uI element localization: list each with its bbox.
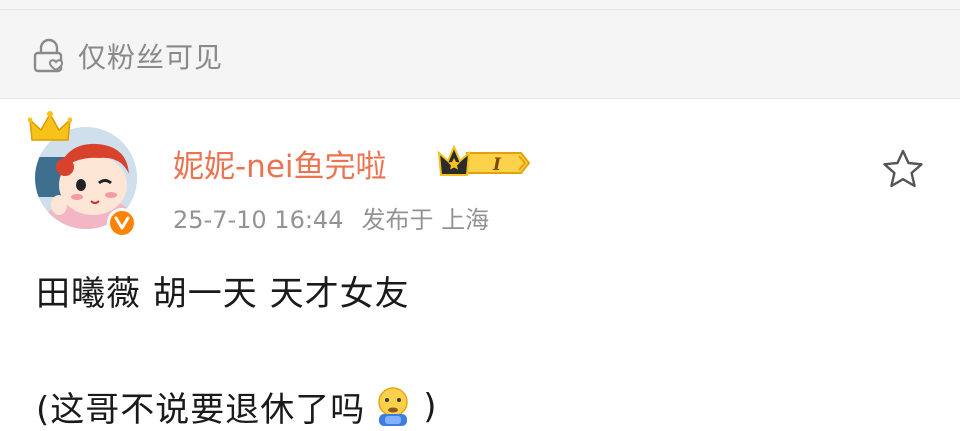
privacy-banner: 仅粉丝可见	[0, 0, 960, 98]
crown-icon	[28, 111, 72, 141]
lock-heart-icon	[33, 38, 64, 73]
cold-sweat-emoji	[378, 386, 409, 426]
vip-level-badge-icon[interactable]: I	[437, 145, 531, 181]
top-divider	[0, 9, 960, 10]
visibility-label: 仅粉丝可见	[78, 41, 224, 74]
author-name[interactable]: 妮妮-nei鱼完啦	[173, 141, 387, 186]
orange-v-icon	[107, 208, 137, 238]
post-text-line2: (这哥不说要退休了吗 )	[36, 382, 438, 431]
post-meta: 25-7-10 16:44 发布于 上海	[173, 200, 507, 235]
post-time: 25-7-10 16:44	[173, 206, 344, 234]
post-location: 发布于 上海	[361, 206, 490, 234]
star-outline-icon[interactable]	[880, 148, 926, 190]
post-text-line1: 田曦薇 胡一天 天才女友	[36, 274, 410, 314]
post-text-line2-suffix: )	[423, 386, 438, 427]
section-divider	[0, 98, 960, 99]
visibility-row: 仅粉丝可见	[32, 36, 223, 76]
author-avatar-group[interactable]	[28, 110, 148, 240]
post-text-line2-prefix: (这哥不说要退休了吗	[36, 390, 366, 430]
svg-text:I: I	[492, 155, 502, 175]
